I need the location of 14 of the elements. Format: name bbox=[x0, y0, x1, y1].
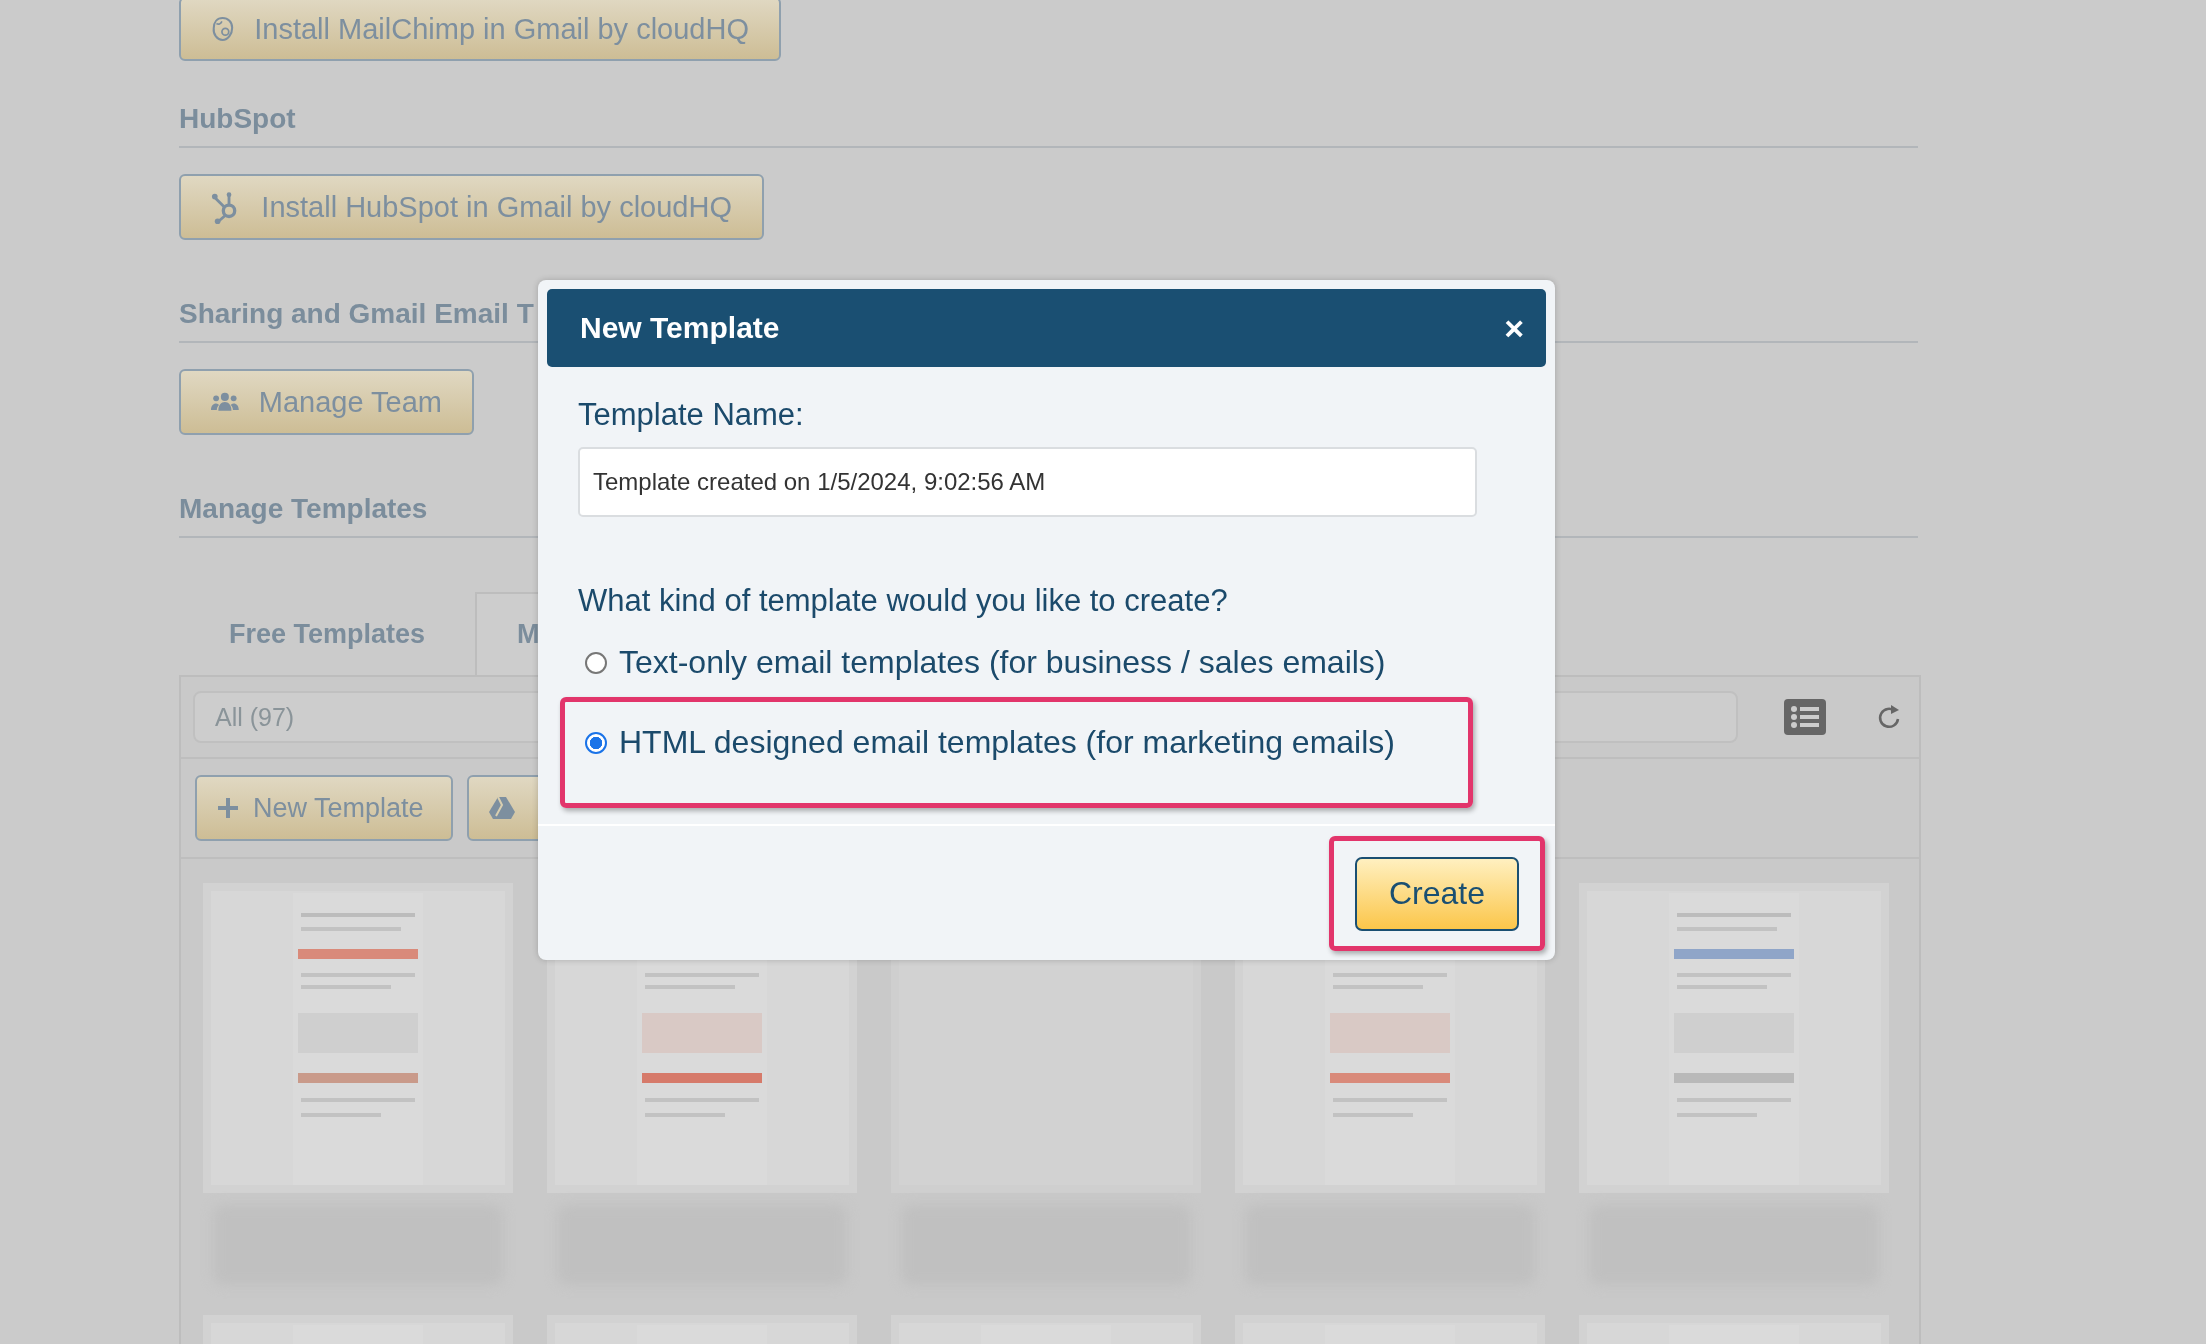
plus-icon bbox=[217, 797, 239, 819]
create-button[interactable]: Create bbox=[1355, 856, 1519, 931]
field-label: Template Name: bbox=[578, 397, 804, 433]
refresh-icon[interactable] bbox=[1876, 703, 1902, 731]
option-label[interactable]: Text-only email templates (for business / sales emails) bbox=[619, 644, 1386, 681]
list-view-icon[interactable] bbox=[1784, 699, 1826, 735]
radio-button[interactable] bbox=[585, 731, 607, 754]
dialog-title: New Template bbox=[580, 311, 780, 345]
section-heading: HubSpot bbox=[179, 103, 1918, 148]
radio-button[interactable] bbox=[585, 651, 607, 674]
question-text: What kind of template would you like to create? bbox=[578, 583, 1228, 619]
triangle-icon bbox=[489, 796, 515, 820]
option-label[interactable]: HTML designed email templates (for marketing emails) bbox=[619, 724, 1395, 761]
template-name-field[interactable]: Template created on 1/5/2024, 9:02:56 AM bbox=[578, 447, 1477, 517]
